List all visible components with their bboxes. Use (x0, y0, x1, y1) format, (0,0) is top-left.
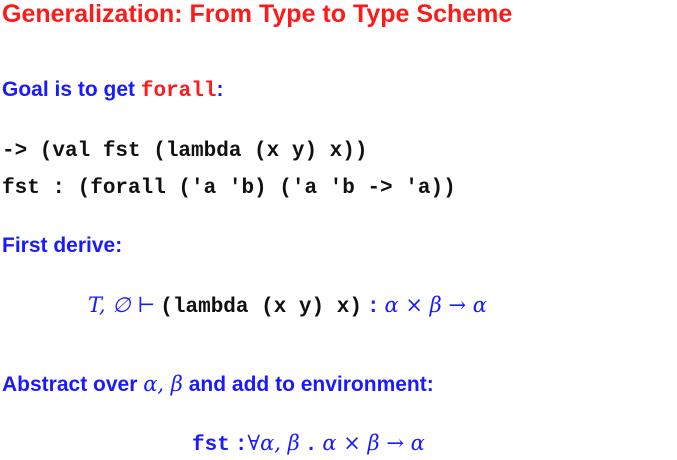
judgment-lhs: T, ∅ ⊢ (88, 293, 156, 317)
goal-heading: Goal is to get forall: (2, 78, 223, 103)
derivation-formula: T, ∅ ⊢ (lambda (x y) x): α × β → α (88, 293, 487, 319)
code-line-2: fst : (forall ('a 'b) ('a 'b -> 'a)) (2, 177, 456, 200)
fst-name: fst (192, 434, 230, 457)
goal-suffix: : (216, 78, 224, 101)
goal-keyword: forall (140, 80, 217, 103)
first-derive-heading: First derive: (2, 234, 123, 257)
scheme-body: α × β → α (322, 431, 425, 455)
scheme-colon: : (234, 434, 248, 457)
goal-prefix: Goal is to get (2, 78, 141, 101)
type-colon: : (366, 296, 380, 319)
forall-quantifier: ∀α, β (247, 431, 300, 455)
abstract-prefix: Abstract over (2, 373, 144, 396)
abstract-vars: α, β (143, 372, 183, 396)
lambda-expression: (lambda (x y) x) (160, 296, 362, 319)
abstract-suffix: and add to environment: (182, 373, 434, 396)
slide-title: Generalization: From Type to Type Scheme (2, 0, 513, 28)
code-line-1: -> (val fst (lambda (x y) x)) (2, 140, 368, 163)
final-scheme: fst:∀α, β.α × β → α (192, 431, 425, 457)
scheme-dot: . (304, 434, 318, 457)
slide: Generalization: From Type to Type Scheme… (0, 0, 677, 460)
abstract-heading: Abstract over α, β and add to environmen… (2, 372, 434, 397)
derived-type: α × β → α (384, 293, 487, 317)
